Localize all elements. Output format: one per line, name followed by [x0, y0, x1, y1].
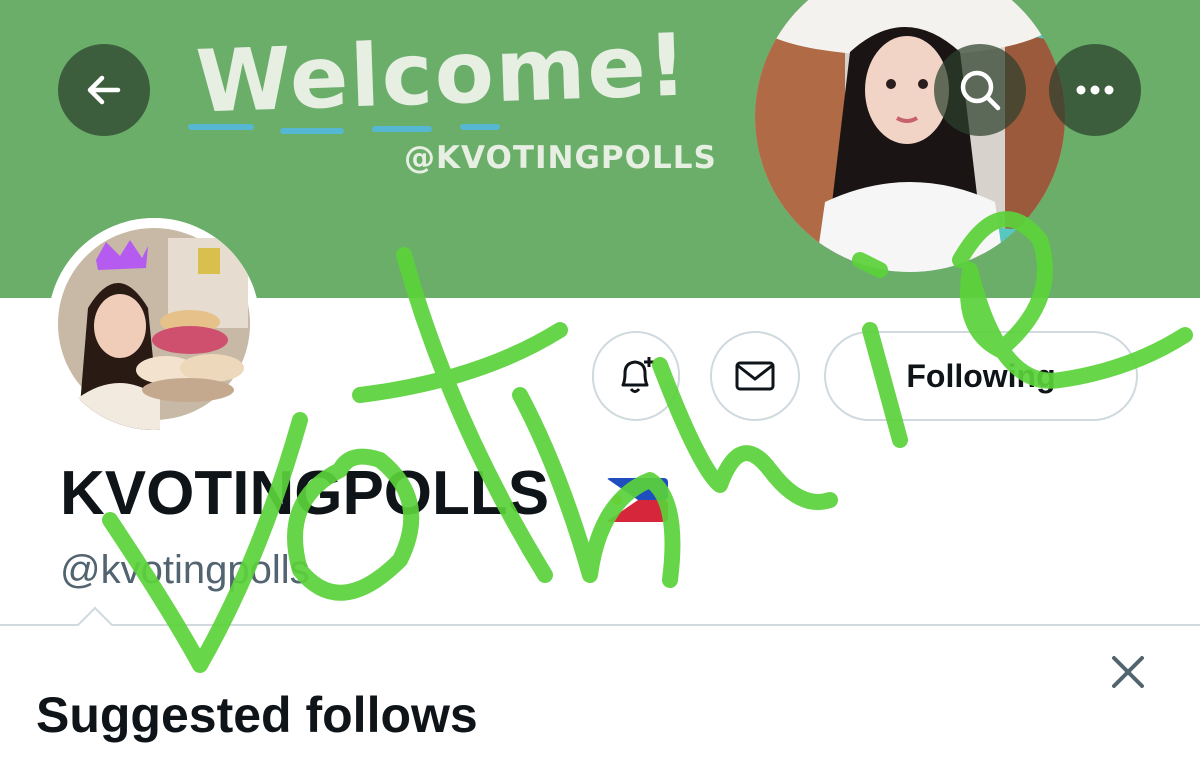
philippines-flag-icon [606, 478, 668, 527]
callout-notch [76, 606, 114, 644]
arrow-left-icon [87, 75, 121, 105]
following-label: Following [906, 357, 1056, 394]
close-suggested-button[interactable] [1106, 650, 1150, 694]
message-button[interactable] [710, 331, 800, 421]
bell-plus-icon [621, 357, 654, 393]
envelope-icon [735, 361, 775, 391]
banner-underline-3 [372, 126, 432, 132]
following-button[interactable]: Following [824, 331, 1138, 421]
back-button[interactable] [58, 44, 150, 136]
profile-avatar[interactable] [48, 218, 260, 430]
section-divider [0, 624, 1200, 626]
banner-welcome-text: Welcome! [194, 15, 691, 133]
banner-photo [755, 0, 1065, 272]
suggested-follows-title: Suggested follows [36, 687, 478, 743]
banner-underline-1 [188, 124, 254, 130]
close-icon [1112, 656, 1144, 688]
banner-underline-2 [280, 128, 344, 134]
banner-handle-text: @KVOTINGPOLLS [404, 140, 717, 176]
profile-handle: @kvotingpolls [60, 548, 310, 592]
profile-display-name: KVOTINGPOLLS [60, 459, 550, 528]
banner-underline-4 [460, 124, 500, 130]
search-icon [960, 70, 1001, 111]
more-horizontal-icon [1076, 85, 1114, 95]
search-button[interactable] [934, 44, 1026, 136]
more-options-button[interactable] [1049, 44, 1141, 136]
notify-button[interactable] [592, 331, 680, 421]
